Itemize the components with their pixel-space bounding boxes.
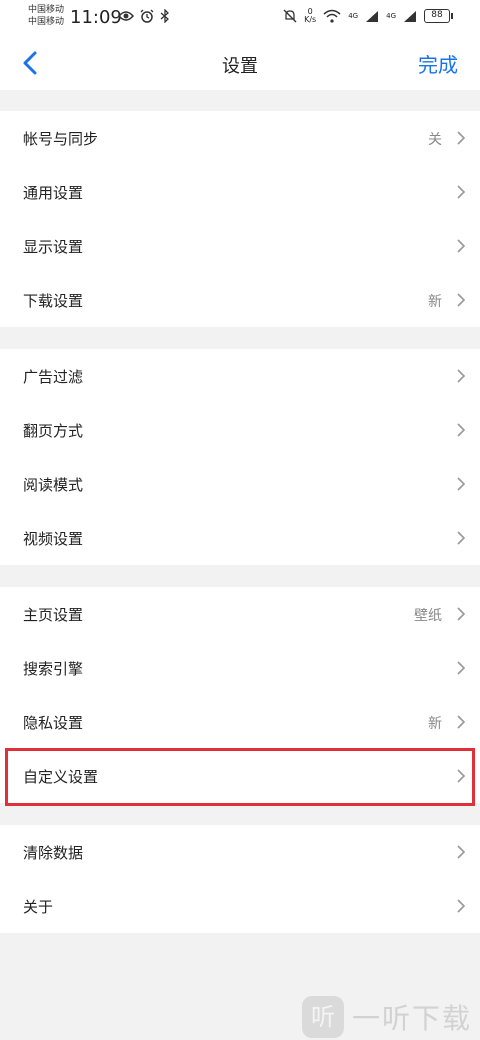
item-label: 搜索引擎 xyxy=(23,660,84,678)
settings-item-ad-filter[interactable]: 广告过滤 xyxy=(0,349,480,403)
item-label: 自定义设置 xyxy=(23,768,99,786)
signal-1-label: 4G xyxy=(348,12,359,20)
battery-indicator: 88 xyxy=(424,9,453,23)
settings-group-4: 清除数据 关于 xyxy=(0,825,480,933)
chevron-right-icon xyxy=(457,899,466,913)
item-label: 关于 xyxy=(23,898,54,916)
alarm-icon xyxy=(140,9,154,23)
carrier-1: 中国移动 xyxy=(28,5,65,15)
watermark-badge: 听 xyxy=(301,996,344,1038)
settings-item-download[interactable]: 下载设置 新 xyxy=(0,273,480,327)
signal-1-icon xyxy=(366,11,379,22)
settings-item-display[interactable]: 显示设置 xyxy=(0,219,480,273)
chevron-right-icon xyxy=(457,185,466,199)
item-value: 壁纸 xyxy=(414,608,442,624)
item-label: 下载设置 xyxy=(23,292,84,310)
net-speed: 0 K/s xyxy=(304,8,316,24)
chevron-right-icon xyxy=(457,239,466,253)
signal-2-icon xyxy=(404,11,416,22)
status-time: 11:09 xyxy=(70,7,122,28)
chevron-right-icon xyxy=(457,477,466,491)
item-label: 通用设置 xyxy=(23,184,84,202)
settings-item-page-turn[interactable]: 翻页方式 xyxy=(0,403,480,457)
settings-item-account-sync[interactable]: 帐号与同步 关 xyxy=(0,111,480,165)
item-label: 阅读模式 xyxy=(23,476,84,494)
item-label: 帐号与同步 xyxy=(23,130,99,148)
chevron-right-icon xyxy=(457,531,466,545)
settings-item-custom[interactable]: 自定义设置 xyxy=(0,749,480,803)
settings-item-homepage[interactable]: 主页设置 壁纸 xyxy=(0,587,480,641)
item-label: 隐私设置 xyxy=(23,714,84,732)
chevron-right-icon xyxy=(457,369,466,383)
item-label: 翻页方式 xyxy=(23,422,84,440)
chevron-right-icon xyxy=(457,769,466,783)
item-label: 清除数据 xyxy=(23,844,84,862)
back-arrow-icon[interactable] xyxy=(16,48,46,78)
done-button[interactable]: 完成 xyxy=(418,49,458,78)
nav-bar: 设置 完成 xyxy=(0,36,480,90)
chevron-right-icon xyxy=(457,607,466,621)
chevron-right-icon xyxy=(457,423,466,437)
settings-item-search-engine[interactable]: 搜索引擎 xyxy=(0,641,480,695)
item-label: 主页设置 xyxy=(23,606,84,624)
page-title: 设置 xyxy=(222,56,258,77)
mute-icon xyxy=(283,9,297,23)
settings-group-1: 帐号与同步 关 通用设置 显示设置 下载设置 新 xyxy=(0,111,480,327)
eye-icon xyxy=(118,11,134,21)
status-icons-right: 0 K/s 4G 4G 88 xyxy=(283,8,453,24)
settings-item-video[interactable]: 视频设置 xyxy=(0,511,480,565)
settings-item-privacy[interactable]: 隐私设置 新 xyxy=(0,695,480,749)
wifi-icon xyxy=(323,9,341,23)
net-speed-unit: K/s xyxy=(304,15,317,24)
item-value: 关 xyxy=(428,132,442,148)
settings-item-about[interactable]: 关于 xyxy=(0,879,480,933)
settings-group-3: 主页设置 壁纸 搜索引擎 隐私设置 新 自定义设置 xyxy=(0,587,480,803)
item-label: 视频设置 xyxy=(23,530,84,548)
settings-item-clear-data[interactable]: 清除数据 xyxy=(0,825,480,879)
status-bar: 中国移动 中国移动 11:09 0 K/s 4G 4G 88 xyxy=(0,0,480,36)
status-icons-left xyxy=(118,9,170,23)
item-value: 新 xyxy=(428,294,442,310)
carrier-2: 中国移动 xyxy=(28,17,65,27)
carrier-labels: 中国移动 中国移动 xyxy=(28,4,64,28)
signal-2-label: 4G xyxy=(386,12,396,20)
settings-item-general[interactable]: 通用设置 xyxy=(0,165,480,219)
item-value: 新 xyxy=(428,716,442,732)
chevron-right-icon xyxy=(457,661,466,675)
item-label: 广告过滤 xyxy=(23,368,84,386)
item-label: 显示设置 xyxy=(23,238,84,256)
watermark: 听 一听下载 xyxy=(301,996,472,1038)
chevron-right-icon xyxy=(457,715,466,729)
chevron-right-icon xyxy=(457,293,466,307)
chevron-right-icon xyxy=(457,845,466,859)
settings-group-2: 广告过滤 翻页方式 阅读模式 视频设置 xyxy=(0,349,480,565)
bluetooth-icon xyxy=(160,9,169,23)
chevron-right-icon xyxy=(457,131,466,145)
settings-item-reading-mode[interactable]: 阅读模式 xyxy=(0,457,480,511)
watermark-text: 一听下载 xyxy=(351,1002,472,1035)
